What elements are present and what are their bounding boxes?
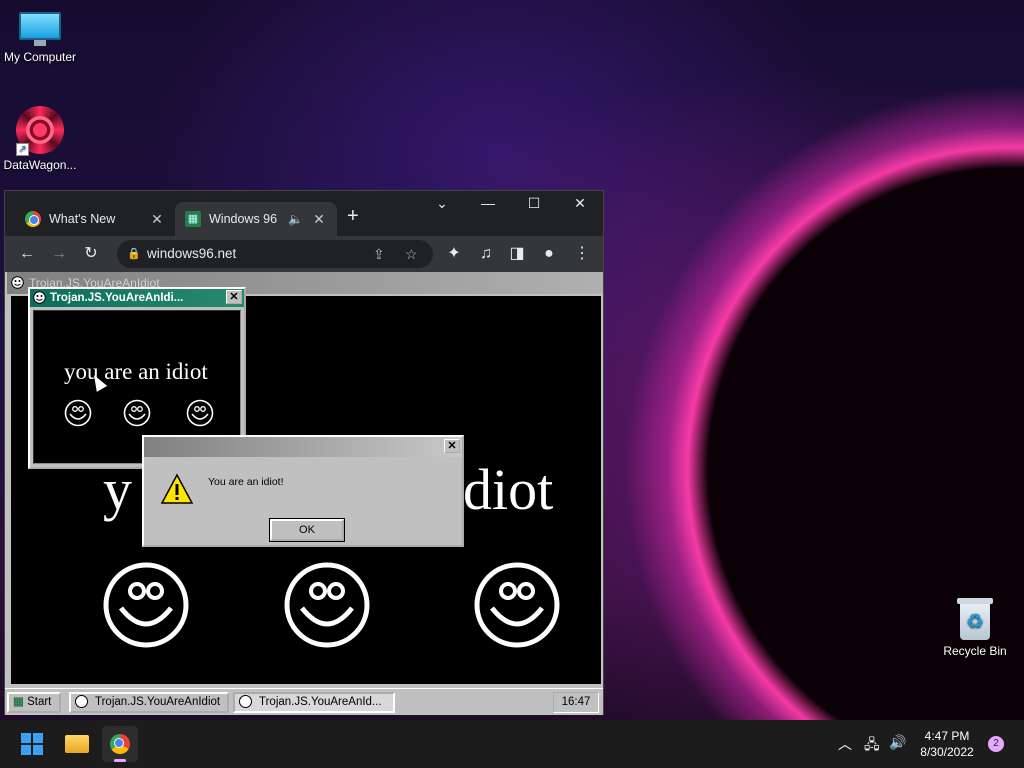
smiley-icon	[11, 276, 24, 289]
chrome-taskbar-icon[interactable]	[102, 726, 138, 762]
new-tab-button[interactable]: +	[347, 205, 359, 228]
extensions-icon[interactable]: ✦	[442, 242, 466, 266]
big-smiley-icon	[284, 562, 370, 648]
back-button[interactable]: ←	[15, 242, 39, 266]
monitor-icon	[19, 12, 61, 46]
tab-label: What's New	[49, 212, 116, 226]
w96-start-button[interactable]: ▦ Start	[7, 692, 61, 713]
speaker-icon[interactable]: 🔈	[288, 212, 303, 226]
tab-whats-new[interactable]: What's New ✕	[15, 202, 175, 236]
alert-dialog[interactable]: ✕ You are an idiot! OK	[142, 435, 464, 547]
url-text: windows96.net	[147, 246, 237, 261]
warning-icon	[160, 473, 194, 504]
side-panel-icon[interactable]: ◨	[505, 242, 529, 266]
w96-clock: 16:47	[553, 692, 599, 713]
notification-badge[interactable]: 2	[988, 736, 1004, 752]
close-window-button[interactable]: ✕	[565, 195, 595, 212]
smiley-icon	[33, 291, 46, 304]
shortcut-arrow-icon: ↗	[16, 143, 29, 156]
alert-message: You are an idiot!	[208, 476, 284, 488]
lock-icon: 🔒	[127, 248, 141, 260]
popup-text: you are an idiot	[64, 359, 208, 384]
tab-search-icon[interactable]: ⌄	[427, 195, 457, 212]
desktop-icon-recycle-bin[interactable]: ♻ Recycle Bin	[935, 598, 1015, 658]
small-smiley-icon	[123, 399, 151, 427]
small-smiley-icon	[186, 399, 214, 427]
reload-button[interactable]: ↻	[79, 242, 103, 266]
bookmark-star-icon[interactable]: ☆	[405, 240, 418, 268]
desktop-icon-label: My Computer	[3, 50, 77, 64]
tab-close-icon[interactable]: ✕	[311, 211, 327, 228]
minimize-button[interactable]: —	[473, 195, 503, 211]
w96-taskbar: ▦ Start Trojan.JS.YouAreAnIdiot Trojan.J…	[5, 688, 603, 714]
recycle-bin-icon: ♻	[957, 598, 993, 640]
small-smiley-icon	[64, 399, 92, 427]
os-taskbar: ︿ 🖧 🔊 4:47 PM 8/30/2022 2	[0, 720, 1024, 768]
chevron-up-icon[interactable]: ︿	[838, 734, 852, 754]
browser-toolbar: ← → ↻ 🔒 windows96.net ⇪ ☆ ✦ ♫ ◨ ● ⋮	[5, 236, 603, 272]
desktop-icon-label: Recycle Bin	[943, 644, 1007, 658]
file-explorer-icon[interactable]	[59, 726, 95, 762]
tab-strip: What's New ✕ ▦ Windows 96 🔈 ✕ + ⌄ — ☐ ✕	[5, 191, 603, 236]
popup-titlebar[interactable]: Trojan.JS.YouAreAnIdi... ✕	[30, 289, 244, 307]
close-icon[interactable]: ✕	[226, 290, 242, 304]
forward-button[interactable]: →	[47, 242, 71, 266]
big-smiley-icon	[474, 562, 560, 648]
close-icon[interactable]: ✕	[444, 439, 460, 453]
main-text-right: diot	[463, 457, 554, 522]
taskbar-item-label: Trojan.JS.YouAreAnIdiot	[95, 696, 221, 708]
clock[interactable]: 4:47 PM 8/30/2022	[912, 728, 982, 760]
ok-button[interactable]: OK	[269, 518, 345, 542]
chrome-icon	[25, 211, 41, 227]
network-icon[interactable]: 🖧	[864, 734, 880, 758]
tab-label: Windows 96	[209, 212, 278, 226]
taskbar-item-label: Trojan.JS.YouAreAnId...	[259, 696, 382, 708]
windows96-icon: ▦	[185, 211, 201, 227]
alert-titlebar[interactable]: ✕	[144, 437, 462, 457]
volume-icon[interactable]: 🔊	[889, 734, 906, 751]
big-smiley-icon	[103, 562, 189, 648]
w96-taskbar-item[interactable]: Trojan.JS.YouAreAnIdiot	[69, 692, 229, 713]
share-icon[interactable]: ⇪	[373, 240, 385, 268]
maximize-button[interactable]: ☐	[519, 195, 549, 212]
desktop-icon-label: DataWagon...	[3, 158, 77, 172]
tab-close-icon[interactable]: ✕	[149, 211, 165, 228]
w96-taskbar-item-active[interactable]: Trojan.JS.YouAreAnId...	[233, 692, 395, 713]
menu-kebab-icon[interactable]: ⋮	[570, 242, 594, 266]
date-text: 8/30/2022	[920, 745, 974, 759]
time-text: 4:47 PM	[924, 729, 970, 743]
desktop-icon-datawagon[interactable]: ↗ DataWagon...	[0, 106, 80, 172]
smiley-icon	[239, 695, 252, 709]
smiley-icon	[75, 695, 88, 709]
tab-windows-96[interactable]: ▦ Windows 96 🔈 ✕	[175, 202, 337, 236]
address-bar[interactable]: 🔒 windows96.net ⇪ ☆	[117, 240, 433, 268]
popup-title: Trojan.JS.YouAreAnIdi...	[50, 292, 184, 304]
windows-start-icon[interactable]	[14, 726, 50, 762]
datawagon-icon: ↗	[16, 106, 64, 156]
start-label: Start	[27, 696, 52, 708]
desktop-icon-my-computer[interactable]: My Computer	[0, 12, 80, 64]
windows96-icon: ▦	[13, 696, 24, 708]
profile-icon[interactable]: ●	[537, 242, 561, 266]
media-control-icon[interactable]: ♫	[474, 242, 498, 266]
